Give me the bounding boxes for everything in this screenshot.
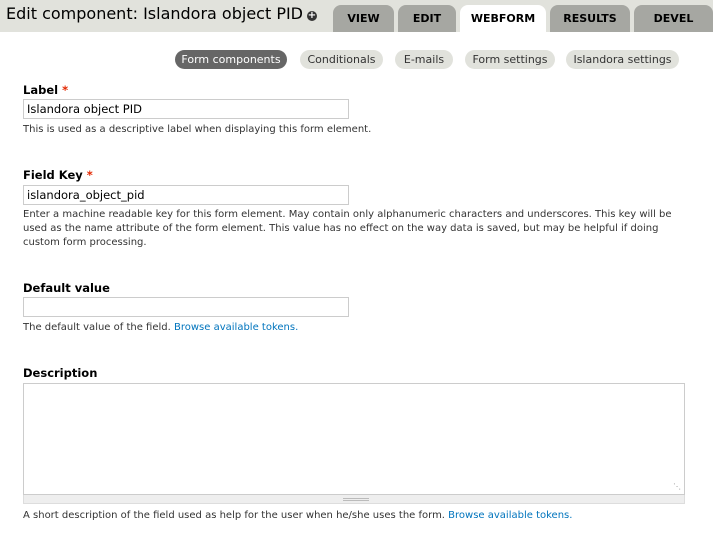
textarea-grippie[interactable] [23, 495, 685, 504]
required-mark: * [62, 83, 69, 97]
description-field-description: A short description of the field used as… [23, 509, 693, 523]
resize-corner-icon[interactable]: ⋱ [673, 483, 681, 491]
field-key-label: Field Key * [23, 168, 93, 182]
field-key-label-text: Field Key [23, 168, 83, 182]
tab-devel[interactable]: DEVEL [634, 5, 713, 32]
default-value-description-text: The default value of the field. [23, 322, 171, 333]
description-textarea[interactable]: ⋱ [23, 383, 685, 495]
plus-circle-icon[interactable]: + [307, 11, 317, 21]
description-label: Description [23, 366, 98, 380]
field-key-input[interactable]: islandora_object_pid [23, 185, 349, 205]
subtab-conditionals[interactable]: Conditionals [300, 50, 383, 69]
label-description: This is used as a descriptive label when… [23, 124, 372, 135]
subtab-form-settings[interactable]: Form settings [465, 50, 555, 69]
field-key-description: Enter a machine readable key for this fo… [23, 209, 672, 248]
tab-webform[interactable]: WEBFORM [460, 5, 546, 32]
description-field-description-text: A short description of the field used as… [23, 510, 445, 521]
subtab-emails[interactable]: E-mails [395, 50, 453, 69]
page-header: Edit component: Islandora object PID + V… [0, 0, 713, 32]
label-input[interactable]: Islandora object PID [23, 99, 349, 119]
grip-handle-icon [343, 498, 369, 501]
browse-tokens-link[interactable]: Browse available tokens. [448, 510, 572, 521]
required-mark: * [86, 168, 93, 182]
tab-view[interactable]: VIEW [333, 5, 394, 32]
default-value-description: The default value of the field. Browse a… [23, 321, 693, 335]
tab-results[interactable]: RESULTS [550, 5, 630, 32]
subtab-form-components[interactable]: Form components [175, 50, 287, 69]
default-value-input[interactable] [23, 297, 349, 317]
label-field-label-text: Label [23, 83, 59, 97]
browse-tokens-link[interactable]: Browse available tokens. [174, 322, 298, 333]
tab-edit[interactable]: EDIT [398, 5, 456, 32]
subtab-islandora-settings[interactable]: Islandora settings [566, 50, 679, 69]
label-field-label: Label * [23, 83, 68, 97]
default-value-label: Default value [23, 281, 110, 295]
page-title: Edit component: Islandora object PID [6, 4, 303, 23]
